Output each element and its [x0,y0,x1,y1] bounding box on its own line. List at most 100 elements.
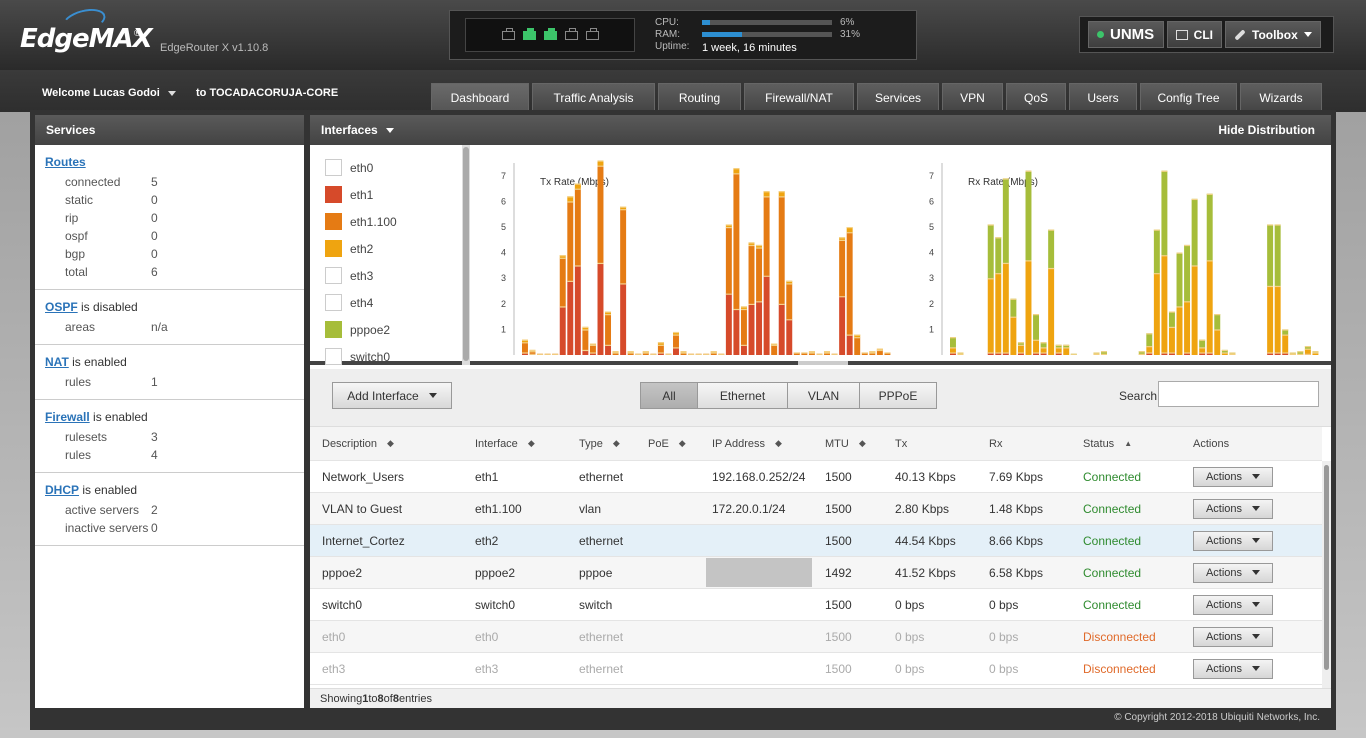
bar-eth1 [846,334,853,355]
filter-ethernet[interactable]: Ethernet [697,382,788,409]
column-header-poe[interactable]: PoE ◆ [636,427,700,460]
unms-button[interactable]: UNMS [1088,21,1164,48]
cell-type: vlan [567,493,636,524]
column-header-description[interactable]: Description ◆ [310,427,463,460]
bar-eth1.100 [839,239,846,297]
actions-button[interactable]: Actions [1193,594,1273,615]
legend-item-eth2[interactable]: eth2 [310,235,462,262]
tab-services[interactable]: Services [857,83,939,112]
y-tick-label: 5 [501,222,506,232]
service-stat-label: rulesets [65,430,108,444]
bar-cap [605,311,612,313]
bar-cap [824,351,830,353]
cell-tx: 44.54 Kbps [883,525,977,556]
user-menu[interactable]: Welcome Lucas Godoi [42,87,176,99]
table-row[interactable]: pppoe2 pppoe2 pppoe 1492 41.52 Kbps 6.58 Kbps… [310,557,1322,589]
legend-item-eth4[interactable]: eth4 [310,289,462,316]
tab-qos[interactable]: QoS [1006,83,1066,112]
nat-link[interactable]: NAT [45,355,69,369]
bar-eth1 [756,301,763,355]
tab-firewall-nat[interactable]: Firewall/NAT [744,83,854,112]
legend-item-eth3[interactable]: eth3 [310,262,462,289]
service-title: Firewall is enabled [45,410,304,424]
actions-button[interactable]: Actions [1193,530,1273,551]
mtu-value: 1500 [825,533,852,548]
column-header-mtu[interactable]: MTU ◆ [813,427,883,460]
actions-button[interactable]: Actions [1193,626,1273,647]
actions-button[interactable]: Actions [1193,658,1273,679]
actions-label: Actions [1205,566,1243,579]
column-header-ip-address[interactable]: IP Address ◆ [700,427,813,460]
bar-cap [1101,351,1107,353]
tab-routing[interactable]: Routing [658,83,741,112]
toolbox-button[interactable]: Toolbox [1225,21,1321,48]
column-header-status[interactable]: Status ▲ [1071,427,1181,460]
routes-link[interactable]: Routes [45,155,86,169]
legend-scrollbar[interactable] [462,145,470,365]
filter-all[interactable]: All [640,382,698,409]
table-row[interactable]: VLAN to Guest eth1.100 vlan 172.20.0.1/24 15… [310,493,1322,525]
bar-cap [950,352,956,354]
table-row[interactable]: Internet_Cortez eth2 ethernet 1500 44.54 Kbp… [310,525,1322,557]
table-header-row: Description ◆ Interface ◆ Type ◆ PoE ◆ IP Addres… [310,427,1322,461]
actions-button[interactable]: Actions [1193,466,1273,487]
cell-ip [700,557,813,588]
dhcp-link[interactable]: DHCP [45,483,79,497]
table-row[interactable]: Network_Users eth1 ethernet 192.168.0.252/2… [310,461,1322,493]
cell-status: Connected [1071,525,1181,556]
legend-label: eth3 [350,268,374,283]
actions-button[interactable]: Actions [1193,498,1273,519]
legend-item-eth1[interactable]: eth1 [310,181,462,208]
bar-cap [854,337,861,339]
hide-distribution-link[interactable]: Hide Distribution [1218,123,1315,137]
legend-item-switch0[interactable]: switch0 [310,343,462,365]
table-row[interactable]: switch0 switch0 switch 1500 0 bps 0 bps Connec… [310,589,1322,621]
actions-label: Actions [1205,502,1243,515]
tab-traffic-analysis[interactable]: Traffic Analysis [532,83,655,112]
cli-button[interactable]: CLI [1167,21,1222,48]
bar-cap [1274,224,1281,226]
filter-vlan[interactable]: VLAN [787,382,860,409]
tab-dashboard[interactable]: Dashboard [431,83,529,112]
tab-vpn[interactable]: VPN [942,83,1003,112]
service-stat-label: active servers [65,503,140,517]
legend-scroll-thumb[interactable] [463,147,469,361]
table-row[interactable]: eth0 eth0 ethernet 1500 0 bps 0 bps Disconnect… [310,621,1322,653]
add-interface-button[interactable]: Add Interface [332,382,452,409]
legend-item-eth1.100[interactable]: eth1.100 [310,208,462,235]
bar-cap [816,353,823,355]
legend-item-eth0[interactable]: eth0 [310,154,462,181]
interface-type-filters: All Ethernet VLAN PPPoE [640,382,937,409]
service-stat-value: 1 [151,375,158,389]
filter-pppoe[interactable]: PPPoE [859,382,937,409]
chart-resize-handle[interactable] [798,361,848,365]
firewall-link[interactable]: Firewall [45,410,90,424]
table-scroll-thumb[interactable] [1324,465,1329,670]
column-header-label: Interface [475,437,518,450]
tab-config-tree[interactable]: Config Tree [1140,83,1237,112]
bar-cap [1146,346,1153,348]
column-header-interface[interactable]: Interface ◆ [463,427,567,460]
column-header-label: Actions [1193,437,1230,450]
cell-rx: 1.48 Kbps [977,493,1071,524]
cell-actions: Actions [1181,461,1322,492]
interfaces-menu[interactable]: Interfaces [321,123,394,137]
bar-cap [987,224,994,226]
tab-users[interactable]: Users [1069,83,1137,112]
tab-wizards[interactable]: Wizards [1240,83,1322,112]
search-input[interactable] [1158,381,1319,407]
desc-value: switch0 [322,597,363,612]
bar-cap [748,244,755,247]
legend-item-pppoe2[interactable]: pppoe2 [310,316,462,343]
table-row[interactable]: eth3 eth3 ethernet 1500 0 bps 0 bps Disconnect… [310,653,1322,685]
ospf-link[interactable]: OSPF [45,300,78,314]
actions-button[interactable]: Actions [1193,562,1273,583]
uptime-value: 1 week, 16 minutes [702,42,797,54]
cell-ip: 172.20.0.1/24 [700,493,813,524]
legend-label: eth1 [350,187,374,202]
main-tabs: Dashboard Traffic Analysis Routing Firewall… [431,83,1322,112]
column-header-type[interactable]: Type ◆ [567,427,636,460]
table-scrollbar[interactable] [1322,461,1331,691]
ram-label: RAM: [655,29,680,40]
bar-cap [627,351,634,353]
